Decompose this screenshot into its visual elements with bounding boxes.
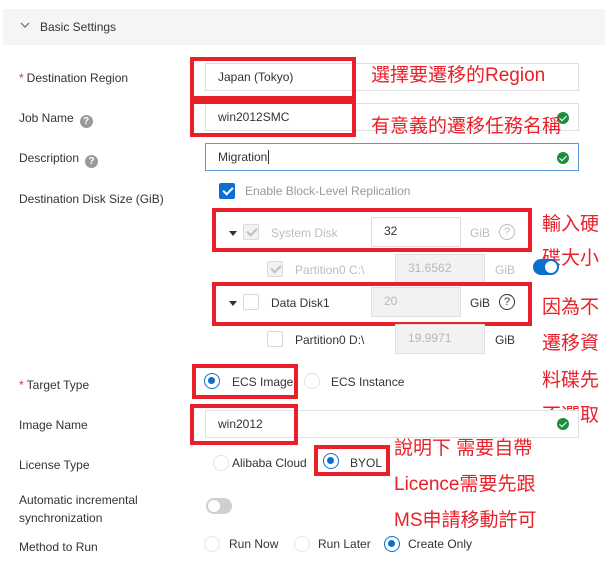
annotation-job-note: 有意義的遷移任務名稱 [371,116,562,137]
partition-c-label: Partition0 C:\ [295,263,365,277]
create-only-radio[interactable] [384,536,400,552]
data-disk-size-input: 20 [371,287,461,317]
license-alibaba-label[interactable]: Alibaba Cloud [232,456,307,470]
target-type-label: * Target Type [19,378,90,392]
disk-size-label: Destination Disk Size (GiB) [19,192,164,206]
target-ecs-image-label[interactable]: ECS Image [232,375,293,389]
target-ecs-instance-label[interactable]: ECS Instance [331,375,404,389]
partition-c-size-input: 31.6562 [395,254,485,284]
license-type-label: License Type [19,458,90,472]
basic-settings-header[interactable]: Basic Settings [3,9,605,45]
target-ecs-instance-radio[interactable] [304,373,320,389]
image-name-label: Image Name [19,418,88,432]
annotation-data-note-1: 因為不 [542,297,600,318]
system-disk-label: System Disk [271,226,338,240]
system-disk-unit: GiB [470,226,491,240]
expand-data-disk-icon[interactable] [229,301,237,306]
block-replication-label: Enable Block-Level Replication [245,184,411,198]
run-later-radio[interactable] [294,536,310,552]
annotation-license-note-1: 說明下 需要自帶 [394,438,533,459]
annotation-license-note-2: Licence需要先跟 [394,474,536,495]
license-byol-label[interactable]: BYOL [350,456,382,470]
valid-check-icon [557,418,569,430]
block-replication-checkbox[interactable] [219,183,235,199]
license-byol-radio[interactable] [323,453,339,469]
system-disk-checkbox [243,224,259,240]
data-disk-label: Data Disk1 [271,296,330,310]
help-icon[interactable]: ? [79,115,93,128]
partition-d-size-input: 19.9971 [395,324,485,354]
description-label: Description? [19,151,99,168]
help-icon[interactable]: ? [85,155,99,168]
image-name-input[interactable]: win2012 [205,410,579,438]
auto-sync-label: Automatic incremental synchronization [19,493,138,525]
annotation-data-note-3: 料碟先 [542,370,600,391]
system-disk-size-input[interactable]: 32 [371,217,461,247]
annotation-region-note: 選擇要遷移的Region [371,65,546,86]
license-alibaba-radio[interactable] [213,455,229,471]
auto-sync-toggle[interactable] [206,498,232,514]
run-now-radio[interactable] [204,536,220,552]
partition-d-unit: GiB [495,333,516,347]
help-icon[interactable]: ? [499,294,515,310]
partition-d-label: Partition0 D:\ [295,333,365,347]
job-name-label: Job Name? [19,111,93,128]
annotation-license-note-3: MS申請移動許可 [394,510,537,531]
partition-toggle[interactable] [533,259,559,275]
partition-c-unit: GiB [495,263,516,277]
partition-d-checkbox[interactable] [267,331,283,347]
valid-check-icon [557,152,569,164]
section-title: Basic Settings [40,20,117,34]
data-disk-checkbox[interactable] [243,294,259,310]
description-input[interactable]: Migration [205,143,579,171]
annotation-data-note-2: 遷移資 [542,333,600,354]
target-ecs-image-radio[interactable] [204,373,220,389]
run-now-label[interactable]: Run Now [229,537,278,551]
run-later-label[interactable]: Run Later [318,537,371,551]
destination-region-label: * Destination Region [19,71,129,85]
chevron-down-icon [20,22,30,28]
partition-c-checkbox [267,261,283,277]
expand-system-disk-icon[interactable] [229,231,237,236]
method-to-run-label: Method to Run [19,540,98,554]
create-only-label[interactable]: Create Only [408,537,472,551]
data-disk-unit: GiB [470,296,491,310]
help-icon[interactable]: ? [499,224,515,240]
annotation-disk-note-1: 輸入硬 [542,214,600,235]
